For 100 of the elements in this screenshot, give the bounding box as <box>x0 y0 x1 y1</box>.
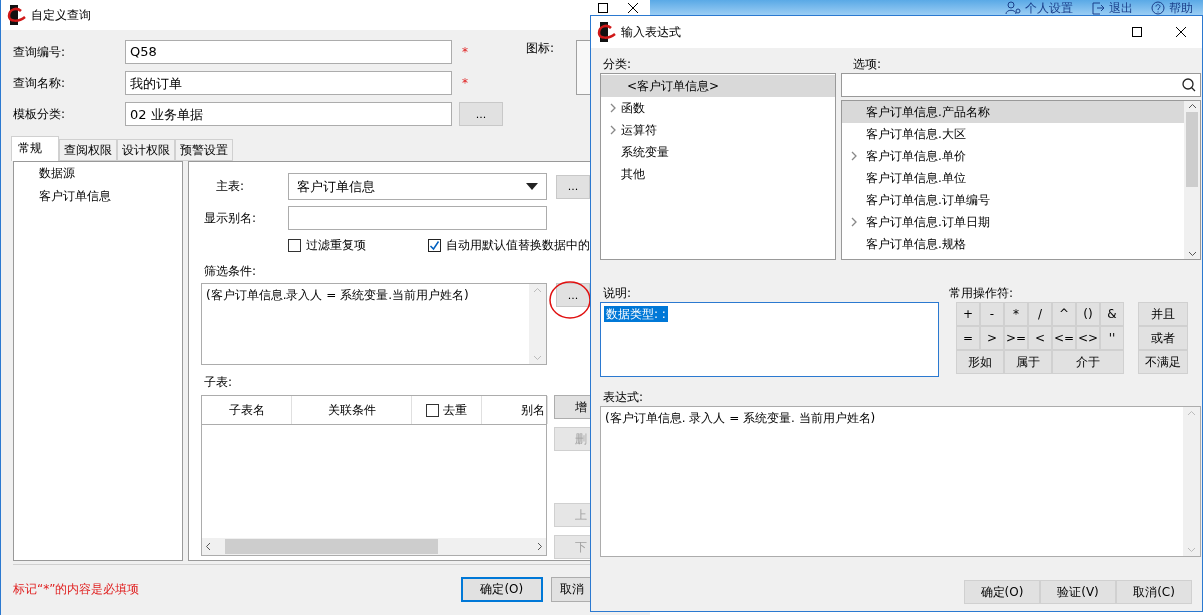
section-label: 选项: <box>853 56 883 73</box>
chevron-icon[interactable] <box>850 217 858 227</box>
required-mark: * <box>462 76 468 90</box>
list-item[interactable]: 客户订单信息.订单编号 <box>842 189 1184 211</box>
text-field[interactable]: 我的订单 <box>125 71 452 95</box>
list-item[interactable]: 系统变量 <box>601 141 835 163</box>
scroll-right-icon[interactable] <box>537 542 543 551</box>
list-item[interactable]: 函数 <box>601 97 835 119</box>
operator-key[interactable]: 或者 <box>1138 326 1188 350</box>
scrollbar[interactable] <box>1184 101 1200 259</box>
list-item[interactable]: 客户订单信息.单价 <box>842 145 1184 167</box>
list-item[interactable]: <客户订单信息> <box>601 75 835 97</box>
operator-key[interactable]: () <box>1076 302 1100 326</box>
expression-field[interactable]: (客户订单信息. 录入人 = 系统变量. 当前用户姓名) <box>600 406 1201 557</box>
dialog-button[interactable]: 取消 <box>551 577 591 602</box>
operator-key[interactable]: > <box>980 326 1004 350</box>
dialog-button[interactable]: 取消(C) <box>1116 580 1192 604</box>
scroll-up-icon[interactable] <box>1187 103 1197 109</box>
scrollbar[interactable] <box>202 538 546 555</box>
column-label: 去重 <box>443 401 467 419</box>
tab[interactable]: 预警设置 <box>175 139 233 161</box>
header-link[interactable]: 个人设置 <box>1005 1 1073 15</box>
checkbox[interactable] <box>426 403 439 417</box>
text-field[interactable]: 02 业务单据 <box>125 102 452 126</box>
column-header[interactable]: 子表名 <box>202 396 292 424</box>
description-field[interactable]: 数据类型: : <box>600 302 939 377</box>
checkbox-label[interactable]: 自动用默认值替换数据中的 <box>428 238 590 253</box>
window-title: 自定义查询 <box>31 6 91 24</box>
checkbox[interactable] <box>288 239 301 252</box>
operator-key[interactable]: <= <box>1052 326 1076 350</box>
section-label: 表达式: <box>603 389 645 406</box>
column-header[interactable]: 关联条件 <box>292 396 412 424</box>
text-field[interactable]: Q58 <box>125 40 452 64</box>
checkbox-label[interactable]: 过滤重复项 <box>288 238 428 253</box>
operator-key[interactable]: ^ <box>1052 302 1076 326</box>
header-link[interactable]: 帮助 <box>1151 1 1193 15</box>
browse-button[interactable]: ... <box>556 283 590 307</box>
tab[interactable]: 设计权限 <box>117 139 175 161</box>
operator-key[interactable]: '' <box>1100 326 1124 350</box>
browse-button[interactable]: ... <box>556 174 590 199</box>
list-item[interactable]: 运算符 <box>601 119 835 141</box>
chevron-icon[interactable] <box>609 125 617 135</box>
close-icon[interactable] <box>1176 27 1186 37</box>
list-item[interactable]: 客户订单信息.大区 <box>842 123 1184 145</box>
header-link[interactable]: 退出 <box>1091 1 1133 15</box>
operator-key[interactable]: = <box>956 326 980 350</box>
list-item[interactable]: 客户订单信息.产品名称 <box>842 101 1184 123</box>
filter-field[interactable]: (客户订单信息.录入人 = 系统变量.当前用户姓名) <box>201 283 547 365</box>
list-item[interactable]: 客户订单信息.规格 <box>842 233 1184 255</box>
field-label: 图标: <box>526 40 556 57</box>
tree-item[interactable]: 客户订单信息 <box>39 188 182 205</box>
dialog-button[interactable]: 确定(O) <box>460 577 543 602</box>
chevron-icon[interactable] <box>850 151 858 161</box>
exit-icon <box>1091 1 1105 15</box>
section-label: 常用操作符: <box>949 285 1015 302</box>
logo-icon <box>597 22 617 42</box>
section-label: 筛选条件: <box>204 263 258 280</box>
dialog-button[interactable]: 确定(O) <box>964 580 1040 604</box>
close-icon[interactable] <box>628 3 638 13</box>
operator-key[interactable]: 属于 <box>1004 350 1052 374</box>
operator-key[interactable]: < <box>1028 326 1052 350</box>
table-dropdown[interactable]: 客户订单信息 <box>288 173 547 200</box>
operator-key[interactable]: 形如 <box>956 350 1004 374</box>
section-label: 说明: <box>603 285 633 302</box>
browse-button[interactable]: ... <box>459 102 503 126</box>
list-item[interactable]: 其他 <box>601 163 835 185</box>
section-label: 分类: <box>603 56 633 73</box>
operator-key[interactable]: 并且 <box>1138 302 1188 326</box>
field-label: 模板分类: <box>13 105 67 123</box>
field-label: 查询名称: <box>13 74 67 92</box>
operator-key[interactable]: <> <box>1076 326 1100 350</box>
chevron-icon[interactable] <box>609 103 617 113</box>
operator-key[interactable]: 不满足 <box>1138 350 1188 374</box>
tab[interactable]: 查阅权限 <box>59 139 117 161</box>
operator-key[interactable]: / <box>1028 302 1052 326</box>
operator-key[interactable]: - <box>980 302 1004 326</box>
side-button[interactable]: 增 <box>554 395 591 419</box>
operator-key[interactable]: 介于 <box>1052 350 1124 374</box>
tab[interactable]: 常规 <box>11 136 59 161</box>
column-header[interactable]: 去重 <box>412 396 482 424</box>
maximize-icon[interactable] <box>598 3 608 13</box>
operator-key[interactable]: + <box>956 302 980 326</box>
dialog-button[interactable]: 验证(V) <box>1040 580 1116 604</box>
list-item[interactable]: 客户订单信息.单位 <box>842 167 1184 189</box>
operator-key[interactable]: >= <box>1004 326 1028 350</box>
operator-key[interactable]: & <box>1100 302 1124 326</box>
list-item[interactable]: 客户订单信息.订单日期 <box>842 211 1184 233</box>
column-header[interactable]: 别名 <box>482 396 548 424</box>
checkbox[interactable] <box>428 239 441 252</box>
maximize-icon[interactable] <box>1132 27 1142 37</box>
scroll-down-icon[interactable] <box>1187 251 1197 257</box>
alias-field[interactable] <box>288 206 547 230</box>
search-field[interactable] <box>841 73 1201 97</box>
dropdown-arrow-icon <box>526 183 538 190</box>
user-gear-icon <box>1005 1 1021 15</box>
operator-key[interactable]: * <box>1004 302 1028 326</box>
search-icon <box>1182 78 1196 92</box>
tree-item[interactable]: 数据源 <box>39 165 182 182</box>
window-title: 输入表达式 <box>621 23 681 41</box>
scroll-left-icon[interactable] <box>205 542 211 551</box>
